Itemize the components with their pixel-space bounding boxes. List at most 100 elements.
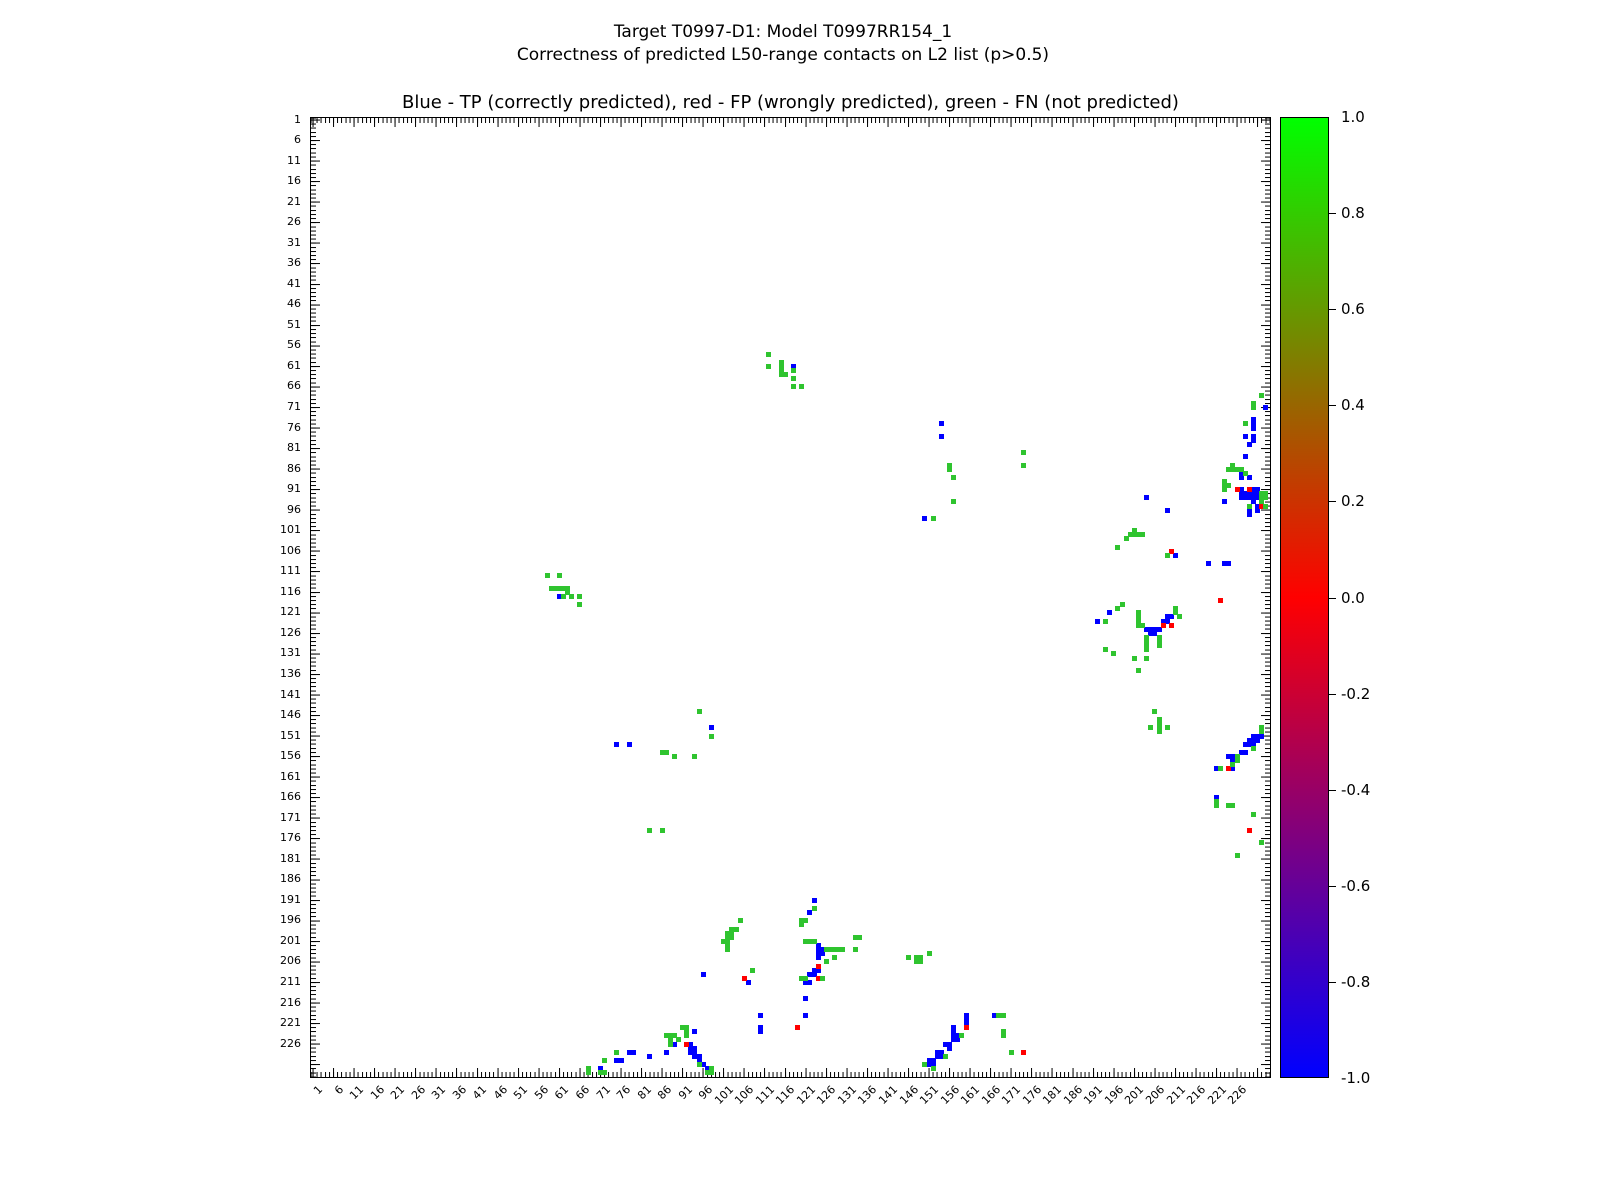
colorbar-tick-label: -0.4 (1341, 781, 1370, 799)
contact-point-fn (840, 947, 845, 952)
colorbar-tick-mark (1329, 982, 1336, 983)
contact-point-fp (964, 1025, 969, 1030)
contact-point-tp (816, 955, 821, 960)
contact-point-fn (791, 376, 796, 381)
contact-point-fn (783, 372, 788, 377)
contact-point-tp (758, 1013, 763, 1018)
x-tick-label: 166 (979, 1083, 1003, 1107)
contact-point-fn (1148, 725, 1153, 730)
x-tick-label: 31 (429, 1083, 448, 1102)
contact-point-fn (799, 384, 804, 389)
contact-point-fn (1251, 746, 1256, 751)
x-tick-label: 121 (794, 1083, 818, 1107)
contact-point-fn (1230, 803, 1235, 808)
x-tick-label: 81 (635, 1083, 654, 1102)
y-tick-label: 156 (0, 749, 301, 762)
contact-point-fn (931, 516, 936, 521)
contact-point-fn (947, 467, 952, 472)
contact-map-plot (310, 117, 1271, 1078)
x-tick-label: 1 (311, 1083, 325, 1097)
contact-point-fn (1243, 471, 1248, 476)
contact-point-fn (602, 1070, 607, 1075)
x-tick-label: 211 (1164, 1083, 1188, 1107)
contact-point-fn (697, 709, 702, 714)
x-tick-label: 16 (368, 1083, 387, 1102)
x-tick-label: 6 (332, 1083, 346, 1097)
contact-point-tp (692, 1029, 697, 1034)
x-tick-label: 111 (753, 1083, 777, 1107)
y-tick-label: 206 (0, 954, 301, 967)
contact-point-fn (1259, 729, 1264, 734)
colorbar-tick-mark (1329, 790, 1336, 791)
contact-point-fn (922, 1062, 927, 1067)
contact-point-tp (709, 725, 714, 730)
x-tick-label: 51 (512, 1083, 531, 1102)
colorbar-tick-label: -0.2 (1341, 685, 1370, 703)
contact-point-tp (1107, 610, 1112, 615)
contact-point-tp (1243, 434, 1248, 439)
y-tick-label: 56 (0, 338, 301, 351)
y-tick-label: 21 (0, 195, 301, 208)
contact-point-fn (799, 922, 804, 927)
y-tick-label: 26 (0, 215, 301, 228)
contact-point-fn (1247, 504, 1252, 509)
x-tick-label: 66 (573, 1083, 592, 1102)
x-tick-label: 136 (856, 1083, 880, 1107)
contact-point-fn (766, 364, 771, 369)
y-tick-label: 16 (0, 174, 301, 187)
contact-point-fp (1247, 487, 1252, 492)
contact-point-fn (1103, 647, 1108, 652)
figure-title-line1: Target T0997-D1: Model T0997RR154_1 (0, 22, 1566, 42)
contact-point-fn (709, 1070, 714, 1075)
x-tick-label: 141 (876, 1083, 900, 1107)
x-tick-label: 56 (532, 1083, 551, 1102)
y-tick-label: 226 (0, 1037, 301, 1050)
contact-point-fn (1251, 405, 1256, 410)
contact-point-fn (1115, 545, 1120, 550)
contact-point-fn (1103, 619, 1108, 624)
bottom-major-ticks (311, 1068, 1270, 1077)
contact-point-fn (766, 352, 771, 357)
contact-point-fn (1235, 853, 1240, 858)
contact-point-tp (1144, 495, 1149, 500)
left-minor-ticks (311, 118, 316, 1077)
colorbar-tick-label: 0.2 (1341, 492, 1365, 510)
contact-point-fn (660, 828, 665, 833)
contact-point-fp (1218, 598, 1223, 603)
left-major-ticks (311, 118, 320, 1077)
contact-point-fn (1165, 725, 1170, 730)
x-tick-label: 206 (1143, 1083, 1167, 1107)
y-tick-label: 51 (0, 318, 301, 331)
contact-point-tp (1165, 508, 1170, 513)
contact-point-fn (1001, 1033, 1006, 1038)
colorbar-tick-mark (1329, 213, 1336, 214)
contact-point-fn (1243, 421, 1248, 426)
contact-point-fn (959, 1033, 964, 1038)
contact-point-fn (1251, 812, 1256, 817)
contact-point-fn (951, 475, 956, 480)
contact-point-fn (1157, 643, 1162, 648)
y-tick-label: 146 (0, 708, 301, 721)
y-tick-label: 121 (0, 605, 301, 618)
contact-point-fn (672, 754, 677, 759)
x-tick-label: 41 (470, 1083, 489, 1102)
y-tick-label: 216 (0, 996, 301, 1009)
contact-point-tp (803, 1013, 808, 1018)
y-tick-label: 211 (0, 975, 301, 988)
top-major-ticks (311, 118, 1270, 127)
contact-point-fn (725, 947, 730, 952)
y-tick-label: 96 (0, 503, 301, 516)
contact-point-tp (812, 898, 817, 903)
x-tick-label: 221 (1205, 1083, 1229, 1107)
colorbar-tick-label: -1.0 (1341, 1069, 1370, 1087)
colorbar-tick-label: 1.0 (1341, 108, 1365, 126)
bottom-minor-ticks (311, 1072, 1270, 1077)
contact-point-fn (557, 573, 562, 578)
contact-point-tp (1095, 619, 1100, 624)
contact-point-fn (647, 828, 652, 833)
colorbar-tick-label: 0.6 (1341, 300, 1365, 318)
y-tick-label: 171 (0, 811, 301, 824)
x-tick-label: 171 (999, 1083, 1023, 1107)
contact-point-fn (1177, 614, 1182, 619)
y-tick-label: 11 (0, 154, 301, 167)
